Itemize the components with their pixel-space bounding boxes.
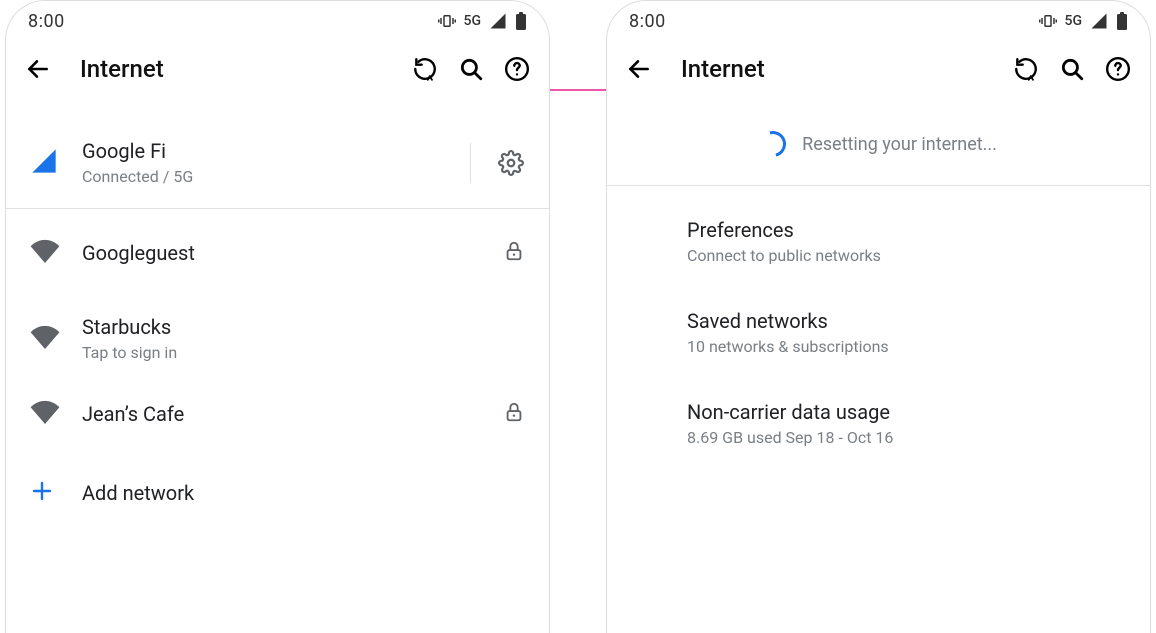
data-usage-row[interactable]: Non-carrier data usage 8.69 GB used Sep … [607,378,1150,469]
phone-before: 8:00 5G Internet [5,0,550,633]
vibrate-icon [1039,12,1057,30]
search-button[interactable] [1058,55,1086,83]
wifi-network-row[interactable]: Jean’s Cafe [6,380,549,458]
add-network-row[interactable]: Add network [6,458,549,522]
wifi-icon [30,325,60,353]
status-clock: 8:00 [629,11,666,32]
help-button[interactable] [1104,55,1132,83]
active-network-status: Connected / 5G [82,167,470,186]
back-button[interactable] [625,55,653,83]
settings-item-sub: Connect to public networks [687,246,1126,265]
lock-icon [503,240,525,266]
help-button[interactable] [503,55,531,83]
reset-connectivity-button[interactable] [1012,55,1040,83]
resetting-label: Resetting your internet... [802,134,997,155]
vibrate-icon [438,12,456,30]
search-button[interactable] [457,55,485,83]
page-title: Internet [681,55,984,83]
wifi-network-name: Starbucks [82,315,525,339]
status-bar: 8:00 5G [607,1,1150,41]
page-title: Internet [80,55,383,83]
settings-item-sub: 8.69 GB used Sep 18 - Oct 16 [687,428,1126,447]
app-bar: Internet [6,41,549,97]
spinner-icon [755,126,791,162]
phone-after: 8:00 5G Internet [606,0,1151,633]
plus-icon [30,479,54,507]
status-clock: 8:00 [28,11,65,32]
wifi-network-row[interactable]: Starbucks Tap to sign in [6,297,549,380]
wifi-network-name: Jean’s Cafe [82,402,503,426]
settings-item-title: Saved networks [687,309,1126,333]
add-network-label: Add network [82,481,525,505]
back-button[interactable] [24,55,52,83]
lock-icon [503,401,525,427]
wifi-network-name: Googleguest [82,241,503,265]
battery-icon [515,12,527,30]
network-settings-button[interactable] [497,149,525,177]
saved-networks-row[interactable]: Saved networks 10 networks & subscriptio… [607,287,1150,378]
app-bar: Internet [607,41,1150,97]
network-type-label: 5G [1065,13,1083,29]
wifi-network-sub: Tap to sign in [82,343,525,362]
settings-item-title: Preferences [687,218,1126,242]
status-bar: 8:00 5G [6,1,549,41]
signal-icon [489,12,507,30]
signal-icon [1090,12,1108,30]
wifi-network-row[interactable]: Googleguest [6,209,549,297]
active-network-row[interactable]: Google Fi Connected / 5G [6,125,549,208]
settings-item-title: Non-carrier data usage [687,400,1126,424]
settings-item-sub: 10 networks & subscriptions [687,337,1126,356]
wifi-icon [30,400,60,428]
battery-icon [1116,12,1128,30]
active-network-name: Google Fi [82,139,470,163]
network-type-label: 5G [464,13,482,29]
cellular-signal-icon [30,147,58,179]
wifi-icon [30,239,60,267]
vertical-separator [470,143,471,183]
preferences-row[interactable]: Preferences Connect to public networks [607,196,1150,287]
resetting-indicator: Resetting your internet... [607,97,1150,185]
reset-connectivity-button[interactable] [411,55,439,83]
